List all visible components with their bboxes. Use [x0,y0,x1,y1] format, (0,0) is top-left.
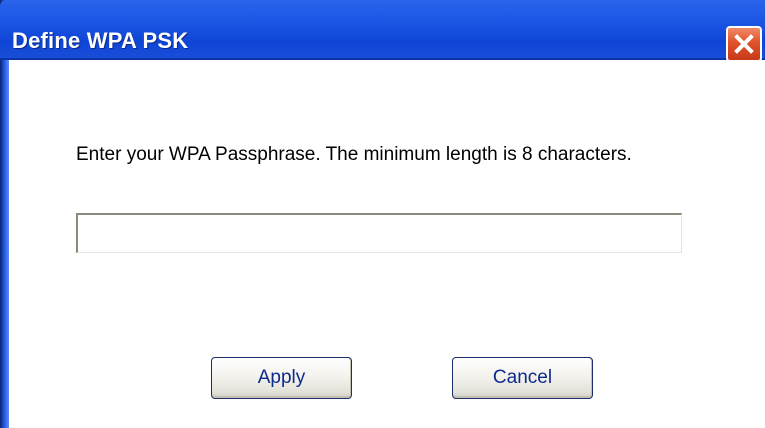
title-bar[interactable]: Define WPA PSK [0,0,765,62]
dialog-window: Define WPA PSK Enter your WPA Passphrase… [0,0,765,428]
close-button[interactable] [726,26,762,62]
passphrase-prompt: Enter your WPA Passphrase. The minimum l… [76,144,632,165]
apply-button[interactable]: Apply [211,357,352,399]
window-title: Define WPA PSK [12,28,189,53]
passphrase-input[interactable] [76,213,682,253]
close-icon [734,34,754,54]
window-left-border [0,0,9,428]
cancel-button[interactable]: Cancel [452,357,593,399]
